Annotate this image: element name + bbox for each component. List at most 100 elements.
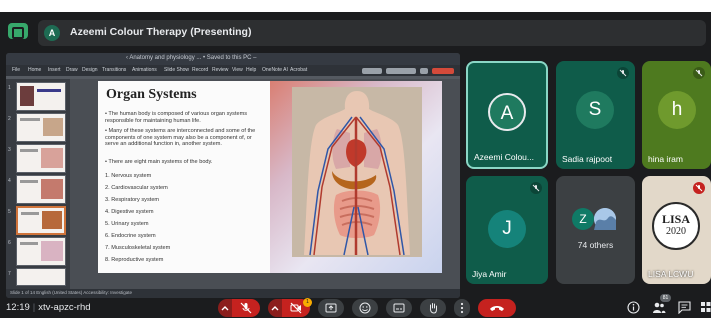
captions-icon <box>393 303 405 313</box>
thumb-number: 1 <box>8 85 11 91</box>
thumb-number: 3 <box>8 147 11 153</box>
raise-hand-button[interactable] <box>420 299 446 317</box>
slide-thumbnail-active <box>16 206 66 235</box>
ribbon-tab: Insert <box>48 67 61 73</box>
slide-text-panel: Organ Systems • The human body is compos… <box>98 81 270 273</box>
mic-options-button[interactable] <box>218 299 232 317</box>
ppt-window-title: ‹ Anatomy and physiology ... • Saved to … <box>126 55 257 61</box>
top-edge <box>0 0 711 12</box>
slide-thumbnail <box>16 82 66 111</box>
slide-thumbnail <box>16 268 66 286</box>
info-icon[interactable] <box>627 301 640 314</box>
ribbon-tab: View <box>232 67 243 73</box>
mic-off-icon <box>693 67 705 79</box>
captions-button[interactable] <box>386 299 412 317</box>
thumb-number: 7 <box>8 271 11 277</box>
leave-call-button[interactable] <box>478 299 516 317</box>
thumb-number: 6 <box>8 240 11 246</box>
mic-off-icon <box>530 182 542 194</box>
slide-bullet: • The human body is composed of various … <box>105 111 248 124</box>
more-vert-icon <box>460 302 464 314</box>
present-screen-icon <box>325 303 337 313</box>
slide-canvas: Organ Systems • The human body is compos… <box>70 79 460 289</box>
thumb-number: 5 <box>8 209 11 215</box>
participant-name: Sadia rajpoot <box>562 154 613 164</box>
participant-tile[interactable]: J Jiya Amir <box>466 176 548 284</box>
system-item: 8. Reproductive system <box>105 257 164 263</box>
presentation-title: Azeemi Colour Therapy (Presenting) <box>70 26 252 38</box>
avatar: S <box>576 91 614 129</box>
slide-thumbnail <box>16 113 66 142</box>
mic-off-icon <box>240 302 252 314</box>
participant-tile[interactable]: LISA 2020 LISA LCWU <box>642 176 711 284</box>
ribbon-tab: Review <box>212 67 229 73</box>
participant-tile[interactable]: h hina iram <box>642 61 711 169</box>
mic-off-button[interactable] <box>232 299 260 317</box>
ppt-status-bar: Slide 1 of 14 English (United States) Ac… <box>6 289 460 298</box>
ribbon-tab: Record <box>192 67 209 73</box>
ribbon-tab: OneNote AI <box>262 67 288 73</box>
chat-icon[interactable] <box>678 301 691 314</box>
participant-name: Azeemi Colou... <box>474 152 534 162</box>
bullet-text: The human body is composed of various or… <box>105 111 248 124</box>
ribbon-tab: Home <box>28 67 42 73</box>
logo-text: LISA <box>661 212 690 226</box>
avatar: A <box>488 93 526 131</box>
reaction-badge: 1 <box>303 298 312 307</box>
ppt-present-teams-button <box>386 68 416 74</box>
system-item: 7. Musculoskeletal system <box>105 245 171 251</box>
emoji-button[interactable] <box>352 299 378 317</box>
slide-thumbnail <box>16 175 66 204</box>
avatar-photo <box>594 208 616 230</box>
system-item: 4. Digestive system <box>105 209 154 215</box>
slide-thumbnail <box>16 237 66 266</box>
thumb-number: 4 <box>8 178 11 184</box>
more-options-button[interactable] <box>454 299 470 317</box>
avatar: J <box>488 210 526 248</box>
ppt-slideshow-icon <box>420 68 428 74</box>
camera-options-button[interactable] <box>268 299 282 317</box>
participant-tile[interactable]: A Azeemi Colou... <box>466 61 548 169</box>
ribbon-tab: Acrobat <box>290 67 308 73</box>
slide-bullet: • Many of these systems are interconnect… <box>105 128 256 148</box>
thumb-number: 2 <box>8 116 11 122</box>
present-button[interactable] <box>318 299 344 317</box>
others-count: 74 others <box>577 240 614 250</box>
avatar: h <box>658 91 696 129</box>
meeting-info: 12:19 | xtv-apzc-rhd <box>6 302 91 313</box>
system-item: 5. Urinary system <box>105 221 149 227</box>
system-item: 6. Endocrine system <box>105 233 156 239</box>
separator: | <box>32 302 36 313</box>
meeting-code: xtv-apzc-rhd <box>38 302 91 313</box>
system-item: 3. Respiratory system <box>105 197 160 203</box>
ribbon-tab: Transitions <box>102 67 127 73</box>
ribbon-tab: Animations <box>132 67 157 73</box>
ppt-record-button <box>362 68 382 74</box>
shared-screen[interactable]: ‹ Anatomy and physiology ... • Saved to … <box>6 53 460 298</box>
ribbon-tab: File <box>12 67 21 73</box>
presenter-avatar: A <box>44 25 60 41</box>
bottom-edge <box>0 318 711 327</box>
participant-name: Jiya Amir <box>472 269 507 279</box>
ribbon-tab: Design <box>82 67 98 73</box>
bullet-text: There are eight main systems of the body… <box>108 159 213 165</box>
lisa-logo: LISA 2020 <box>652 202 700 250</box>
system-item: 1. Nervous system <box>105 173 152 179</box>
participant-count-badge: 81 <box>660 294 671 302</box>
participant-tile[interactable]: S Sadia rajpoot <box>556 61 635 169</box>
logo-year: 2020 <box>666 226 686 237</box>
activities-icon[interactable] <box>700 301 711 314</box>
end-call-icon <box>490 306 504 311</box>
others-tile[interactable]: Z 74 others <box>556 176 635 284</box>
clock: 12:19 <box>6 302 30 313</box>
emoji-icon <box>359 302 371 314</box>
raise-hand-icon <box>429 303 437 314</box>
presenting-banner[interactable]: A Azeemi Colour Therapy (Presenting) <box>38 20 706 46</box>
meet-logo-icon <box>8 23 28 39</box>
ribbon-tab: Draw <box>66 67 78 73</box>
people-icon[interactable] <box>652 301 666 314</box>
mic-off-icon <box>617 67 629 79</box>
ribbon-tab: Help <box>246 67 257 73</box>
ppt-ribbon: File Home Insert Draw Design Transitions… <box>6 65 460 76</box>
system-item: 2. Cardiovascular system <box>105 185 168 191</box>
